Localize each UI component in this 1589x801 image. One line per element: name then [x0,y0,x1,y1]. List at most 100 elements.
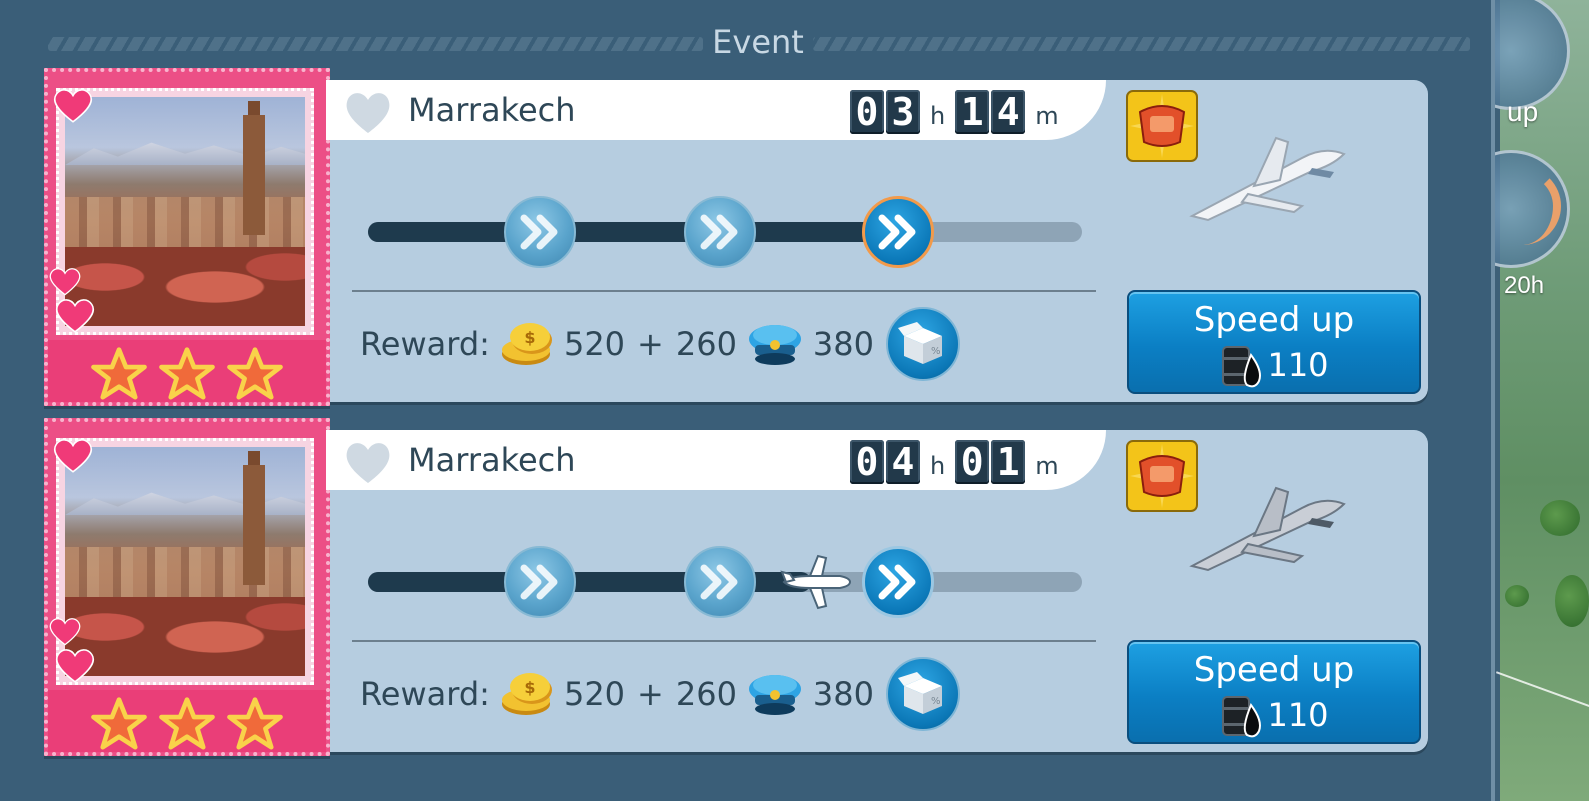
rating-band [48,340,326,402]
flight-card: Marrakech 0 3 h 1 4 m Reward: $ 520 + 26… [44,68,1428,406]
svg-text:%: % [931,346,941,357]
timer-digit: 0 [850,90,884,134]
fast-forward-icon [520,564,558,600]
favorite-heart-icon[interactable] [342,88,394,136]
tree [1540,500,1580,536]
oil-barrel-icon [1222,346,1262,388]
timer-unit-hours: h [930,102,946,130]
background-speed-text: up [1507,96,1539,127]
flight-timer: 0 3 h 1 4 m [850,88,1069,134]
background-timer-text: 20h [1504,272,1545,299]
fast-forward-icon [878,564,916,600]
fast-forward-icon [878,214,916,250]
star-icon [91,697,147,750]
coins-icon: $ [501,323,552,365]
heart-icon [53,89,93,123]
pilot-cap-icon [748,325,801,365]
destination-name: Marrakech [408,441,576,479]
destination-stamp[interactable] [44,418,330,756]
reward-plus: + [637,675,664,713]
destination-stamp[interactable] [44,68,330,406]
rating-band [48,690,326,752]
header-hatch-left [48,37,703,51]
favorite-heart-icon[interactable] [342,438,394,486]
star-icon [159,347,215,400]
timer-unit-hours: h [930,452,946,480]
reward-bonus-coins: 260 [675,325,737,363]
destination-name: Marrakech [408,91,576,129]
timer-digit: 3 [886,90,920,134]
reward-bonus-coins: 260 [675,675,737,713]
svg-text:%: % [931,696,941,707]
svg-text:$: $ [524,678,535,697]
checkpoint-node [504,196,576,268]
tree [1555,575,1589,627]
reward-coins: 520 [563,325,626,363]
timer-digit: 1 [991,440,1026,484]
marrakech-photo [65,447,305,676]
mystery-box-button[interactable]: % [886,307,960,381]
card-divider [352,290,1096,292]
oil-barrel-icon [1222,696,1262,738]
skip-ahead-button[interactable] [862,196,934,268]
reward-label: Reward: [360,675,490,713]
gift-box-icon: % [898,672,942,714]
jet-plane-icon [1189,486,1346,572]
section-header: Event [48,22,1470,62]
skip-ahead-button[interactable] [862,546,934,618]
heart-icon [55,649,95,683]
speed-up-button[interactable]: Speed up 110 [1127,640,1421,744]
timer-unit-minutes: m [1035,102,1059,130]
flight-title-bar: Marrakech 0 4 h 0 1 m [326,430,1106,490]
speed-up-cost-value: 110 [1267,696,1329,734]
fast-forward-icon [700,214,738,250]
svg-text:$: $ [524,328,535,347]
header-hatch-right [813,37,1470,51]
timer-unit-minutes: m [1035,452,1059,480]
heart-icon [49,618,81,646]
timer-digit: 4 [886,440,920,484]
reward-row: Reward: $ 520 + 260 380 % [360,307,960,381]
checkpoint-node [684,196,756,268]
marrakech-photo [65,97,305,326]
star-icon [227,347,283,400]
checkpoint-node [504,546,576,618]
card-divider [352,640,1096,642]
speed-up-cost-value: 110 [1267,346,1329,384]
pilot-cap-icon [748,675,801,715]
section-title: Event [712,23,804,61]
tree [1505,585,1529,607]
speed-up-cost: 110 [1129,692,1419,738]
reward-label: Reward: [360,325,490,363]
star-icon [91,347,147,400]
reward-plus: + [637,325,664,363]
reward-crew: 380 [812,325,874,363]
timer-digit: 0 [850,440,884,484]
heart-icon [55,299,95,333]
fast-forward-icon [700,564,738,600]
reward-coins: 520 [563,675,626,713]
game-screen: up 20h Event Marrakech 0 3 h 1 4 m Rewar… [0,0,1589,801]
flight-card: Marrakech 0 4 h 0 1 m Reward: $ 520 + 26… [44,418,1428,756]
timer-digit: 1 [955,90,990,134]
gift-box-icon: % [898,322,942,364]
fast-forward-icon [520,214,558,250]
speed-up-cost: 110 [1129,342,1419,388]
timer-digit: 4 [991,90,1026,134]
coins-icon: $ [501,673,552,715]
star-icon [159,697,215,750]
plane-position-icon [780,554,852,610]
speed-up-label: Speed up [1193,650,1355,690]
mystery-box-button[interactable]: % [886,657,960,731]
progress-fill [368,222,904,242]
star-icon [227,697,283,750]
reward-row: Reward: $ 520 + 260 380 % [360,657,960,731]
flight-title-bar: Marrakech 0 3 h 1 4 m [326,80,1106,140]
heart-icon [49,268,81,296]
speed-up-label: Speed up [1193,300,1355,340]
timer-digit: 0 [955,440,990,484]
speed-up-button[interactable]: Speed up 110 [1127,290,1421,394]
heart-icon [53,439,93,473]
reward-crew: 380 [812,675,874,713]
jet-plane-icon [1189,136,1346,222]
